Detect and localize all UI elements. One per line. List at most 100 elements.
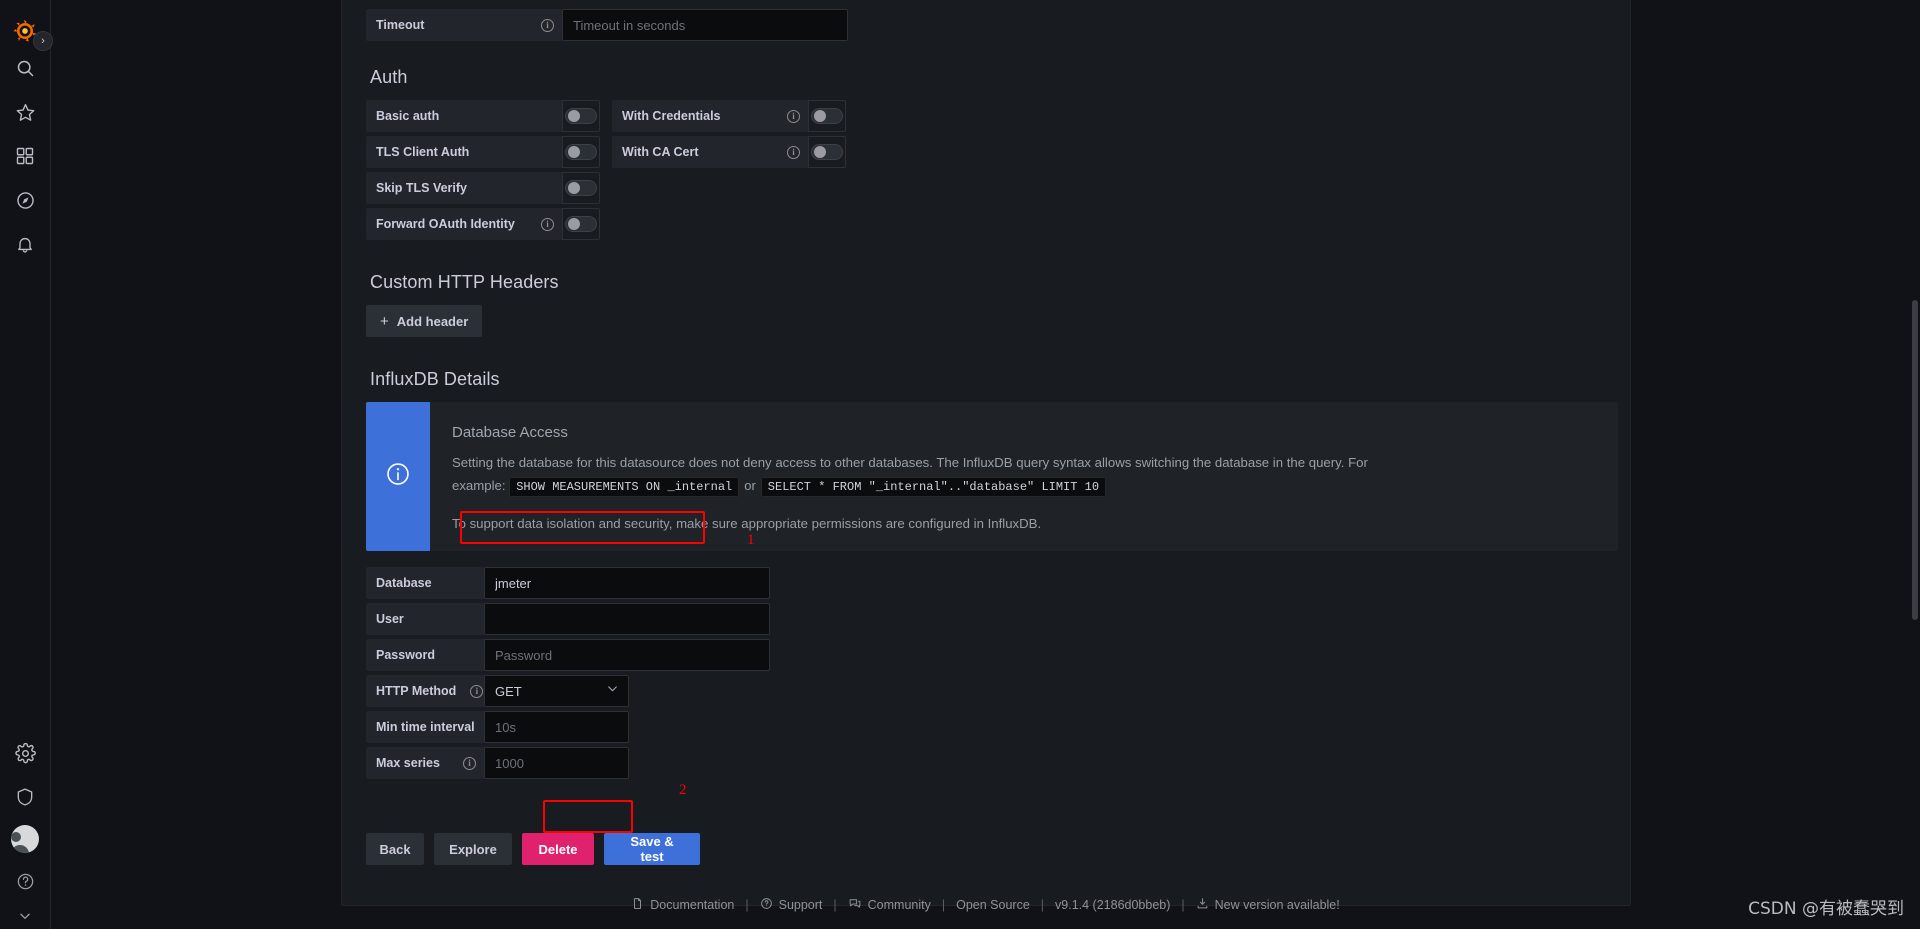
min-time-interval-label: Min time interval i [366,711,502,744]
left-nav-sidebar: › [0,0,53,929]
skip-tls-verify-toggle[interactable] [565,180,597,196]
document-icon [631,897,644,913]
footer-community-label: Community [867,898,931,912]
influx-fields: Database User Password [366,567,1606,780]
max-series-label: Max series i [366,747,484,780]
gear-icon [14,742,36,764]
password-input[interactable] [484,639,770,672]
add-header-button[interactable]: + Add header [366,305,483,337]
footer-open-source-label: Open Source [956,898,1030,912]
footer-support-link[interactable]: Support [760,897,823,913]
avatar-head [11,832,21,842]
question-circle-icon [760,897,773,913]
sidebar-item-help[interactable] [3,859,47,903]
infobox-accent-bar [366,402,430,552]
basic-auth-label: Basic auth [366,100,562,132]
sidebar-item-starred[interactable] [3,90,47,134]
sidebar-item-configuration[interactable] [3,731,47,775]
delete-button[interactable]: Delete [522,833,594,866]
action-buttons-row: Back Explore Delete Save & test [366,833,1606,866]
grafana-datasource-settings-page: › Timeout i Timeout in seconds Auth Basi… [0,0,1920,929]
infobox-paragraph: Setting the database for this datasource… [452,451,1412,498]
sidebar-item-dashboards[interactable] [3,134,47,178]
sidebar-item-server-admin[interactable] [3,775,47,819]
custom-http-headers-title: Custom HTTP Headers [370,272,559,292]
info-circle-icon [385,461,411,492]
avatar-body [11,845,29,853]
basic-auth-toggle[interactable] [565,108,597,124]
footer-new-version-link[interactable]: New version available! [1196,897,1340,913]
download-icon [1196,897,1209,913]
auth-rows: Basic auth With Credentials i TLS Client… [366,100,1606,240]
skip-tls-verify-toggle-cell [562,172,600,204]
sidebar-item-search[interactable] [3,46,47,90]
tls-client-auth-toggle-cell [562,136,600,168]
with-credentials-toggle-cell [808,100,846,132]
toggle-knob [814,110,826,122]
footer-documentation-link[interactable]: Documentation [631,897,734,913]
http-method-select-wrapper[interactable] [484,675,629,708]
min-time-interval-field-row: Min time interval i [366,711,1606,744]
footer-separator: | [745,898,749,912]
auth-row: Skip TLS Verify [366,172,1606,204]
max-series-field-row: Max series i [366,747,1606,780]
datasource-settings-card: Timeout i Auth Basic auth [341,0,1631,907]
timeout-input[interactable] [562,9,848,41]
with-ca-cert-label: With CA Cert i [612,136,808,168]
sidebar-more-toggle[interactable] [3,903,47,929]
footer-support-label: Support [778,898,823,912]
footer-version-text: v9.1.4 (2186d0bbeb) [1055,898,1171,912]
info-icon[interactable]: i [470,684,484,698]
footer-new-version-label: New version available! [1214,898,1340,912]
explore-button[interactable]: Explore [434,833,512,866]
apps-grid-icon [15,146,35,166]
user-field-row: User [366,603,1606,636]
footer-separator: | [1181,898,1185,912]
auth-row: Basic auth With Credentials i [366,100,1606,132]
sidebar-item-explore[interactable] [3,178,47,222]
with-credentials-toggle[interactable] [811,108,843,124]
add-header-label: Add header [396,313,469,329]
info-icon[interactable]: i [787,109,800,123]
chevron-down-icon [18,909,32,923]
infobox-code-show-measurements: SHOW MEASUREMENTS ON _internal [509,477,740,498]
compass-icon [15,190,36,211]
max-series-input[interactable] [484,747,629,780]
min-time-interval-input[interactable] [484,711,629,744]
footer-separator: | [833,898,837,912]
help-question-icon [16,872,35,891]
password-field-row: Password [366,639,1606,672]
sidebar-item-alerting[interactable] [3,222,47,266]
star-icon [15,102,36,123]
info-icon[interactable]: i [463,756,476,770]
bell-icon [15,234,35,254]
infobox-title: Database Access [452,424,568,441]
shield-icon [15,787,35,807]
database-input[interactable] [484,567,770,600]
with-ca-cert-toggle[interactable] [811,144,843,160]
toggle-knob [568,182,580,194]
database-access-infobox: Database Access Setting the database for… [366,402,1618,552]
timeout-field-row: Timeout i [366,9,1606,41]
user-input[interactable] [484,603,770,636]
back-button[interactable]: Back [366,833,424,866]
info-icon[interactable]: i [541,18,554,32]
database-field-row: Database [366,567,1606,600]
toggle-knob [568,146,580,158]
sidebar-expand-button[interactable]: › [33,31,53,51]
vertical-scrollbar[interactable] [1912,300,1918,620]
info-icon[interactable]: i [787,145,800,159]
database-label: Database [366,567,484,600]
forward-oauth-identity-toggle-cell [562,208,600,240]
footer-open-source-link[interactable]: Open Source [956,898,1030,912]
toggle-knob [814,146,826,158]
info-icon[interactable]: i [541,217,554,231]
plus-icon: + [380,312,389,330]
forward-oauth-identity-toggle[interactable] [565,216,597,232]
footer-community-link[interactable]: Community [848,897,931,913]
save-and-test-button[interactable]: Save & test [604,833,700,866]
http-method-select[interactable] [484,675,629,708]
avatar[interactable] [11,825,39,853]
auth-row: TLS Client Auth With CA Cert i [366,136,1606,168]
tls-client-auth-toggle[interactable] [565,144,597,160]
